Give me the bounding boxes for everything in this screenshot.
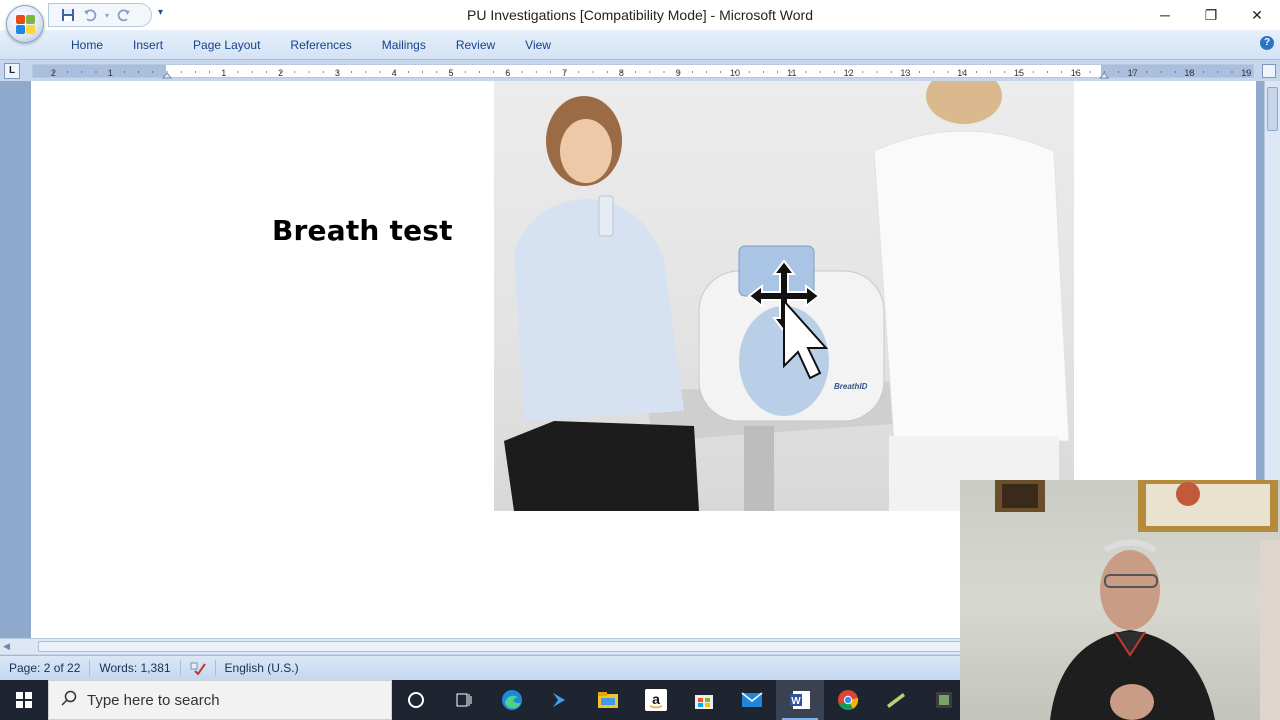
- cortana-icon[interactable]: [392, 680, 440, 720]
- search-placeholder: Type here to search: [87, 691, 220, 709]
- page-count[interactable]: Page: 2 of 22: [0, 659, 91, 676]
- ruler-label: 17: [1128, 68, 1138, 78]
- ruler-label: 1: [221, 68, 226, 78]
- ruler-label: 10: [730, 68, 740, 78]
- ruler-label: 8: [619, 68, 624, 78]
- restore-button[interactable]: ❐: [1188, 0, 1234, 30]
- task-view-icon[interactable]: [440, 680, 488, 720]
- svg-text:a: a: [652, 691, 660, 707]
- ruler-label: 15: [1014, 68, 1024, 78]
- ruler-label: 16: [1071, 68, 1081, 78]
- webcam-overlay: [960, 480, 1280, 720]
- ruler-label: 1: [108, 68, 113, 78]
- ruler-label: 12: [844, 68, 854, 78]
- ruler-label: 5: [448, 68, 453, 78]
- ruler-ticks: 2 1 1 2 3 4 5 6 7 8 9 10 11 12 13 14 15 16 17 18 19: [51, 68, 1251, 79]
- svg-text:W: W: [791, 696, 801, 707]
- device-brand-label: BreathID: [834, 382, 868, 391]
- app-icon[interactable]: [872, 680, 920, 720]
- tab-review[interactable]: Review: [441, 30, 510, 60]
- proofing-icon[interactable]: [181, 659, 216, 676]
- ruler-label: 19: [1241, 68, 1251, 78]
- store-icon[interactable]: [680, 680, 728, 720]
- ruler-label: 2: [278, 68, 283, 78]
- right-indent-marker: [1099, 72, 1110, 79]
- edge-icon[interactable]: [488, 680, 536, 720]
- tab-page-layout[interactable]: Page Layout: [178, 30, 275, 60]
- ruler-label: 3: [335, 68, 340, 78]
- tab-selector-button[interactable]: L: [4, 63, 20, 79]
- ruler-label: 9: [676, 68, 681, 78]
- ruler-label: 11: [787, 68, 796, 78]
- ruler-label: 2: [51, 68, 56, 78]
- tab-view[interactable]: View: [510, 30, 566, 60]
- title-bar: ▾ ▾ PU Investigations [Compatibility Mod…: [0, 0, 1280, 30]
- close-button[interactable]: ✕: [1234, 0, 1280, 30]
- window-title: PU Investigations [Compatibility Mode] -…: [467, 7, 813, 23]
- ruler-label: 7: [562, 68, 567, 78]
- search-icon: [61, 690, 77, 710]
- visual-studio-icon[interactable]: [536, 680, 584, 720]
- amazon-icon[interactable]: a: [632, 680, 680, 720]
- office-logo-icon: [16, 15, 36, 35]
- language-indicator[interactable]: English (U.S.): [216, 660, 308, 676]
- help-icon[interactable]: ?: [1260, 36, 1274, 50]
- scroll-left-icon[interactable]: ◀: [3, 641, 10, 652]
- breath-test-image[interactable]: BreathID: [494, 81, 1074, 511]
- ruler-label: 18: [1184, 68, 1194, 78]
- word-icon[interactable]: W: [776, 680, 824, 720]
- taskbar-search-input[interactable]: Type here to search: [48, 680, 392, 720]
- minimize-button[interactable]: ─: [1142, 0, 1188, 30]
- tab-insert[interactable]: Insert: [118, 30, 178, 60]
- window-controls: ─ ❐ ✕: [1142, 0, 1280, 30]
- word-count[interactable]: Words: 1,381: [90, 659, 181, 676]
- ruler-label: 6: [505, 68, 510, 78]
- document-heading[interactable]: Breath test: [272, 214, 453, 247]
- taskbar-apps: a W: [392, 680, 968, 720]
- ruler-row: L 2 1 1 2 3 4 5 6 7 8 9 10 11 12 13 14 15 16 17 18 19: [0, 61, 1280, 81]
- ruler-label: 4: [392, 68, 397, 78]
- ribbon-tabs: Home Insert Page Layout References Maili…: [56, 30, 566, 60]
- windows-start-icon[interactable]: [0, 680, 48, 720]
- ruler-label: 14: [957, 68, 967, 78]
- horizontal-ruler[interactable]: 2 1 1 2 3 4 5 6 7 8 9 10 11 12 13 14 15 16 17 18 19: [32, 64, 1254, 79]
- tab-home[interactable]: Home: [56, 30, 118, 60]
- mail-icon[interactable]: [728, 680, 776, 720]
- ribbon: Home Insert Page Layout References Maili…: [0, 30, 1280, 60]
- ruler-label: 13: [900, 68, 910, 78]
- file-explorer-icon[interactable]: [584, 680, 632, 720]
- left-indent-marker: [161, 72, 173, 79]
- view-ruler-icon[interactable]: [1262, 64, 1276, 78]
- chrome-icon[interactable]: [824, 680, 872, 720]
- tab-mailings[interactable]: Mailings: [367, 30, 441, 60]
- office-button[interactable]: [6, 5, 44, 43]
- vertical-scroll-thumb[interactable]: [1267, 87, 1278, 131]
- tab-references[interactable]: References: [275, 30, 366, 60]
